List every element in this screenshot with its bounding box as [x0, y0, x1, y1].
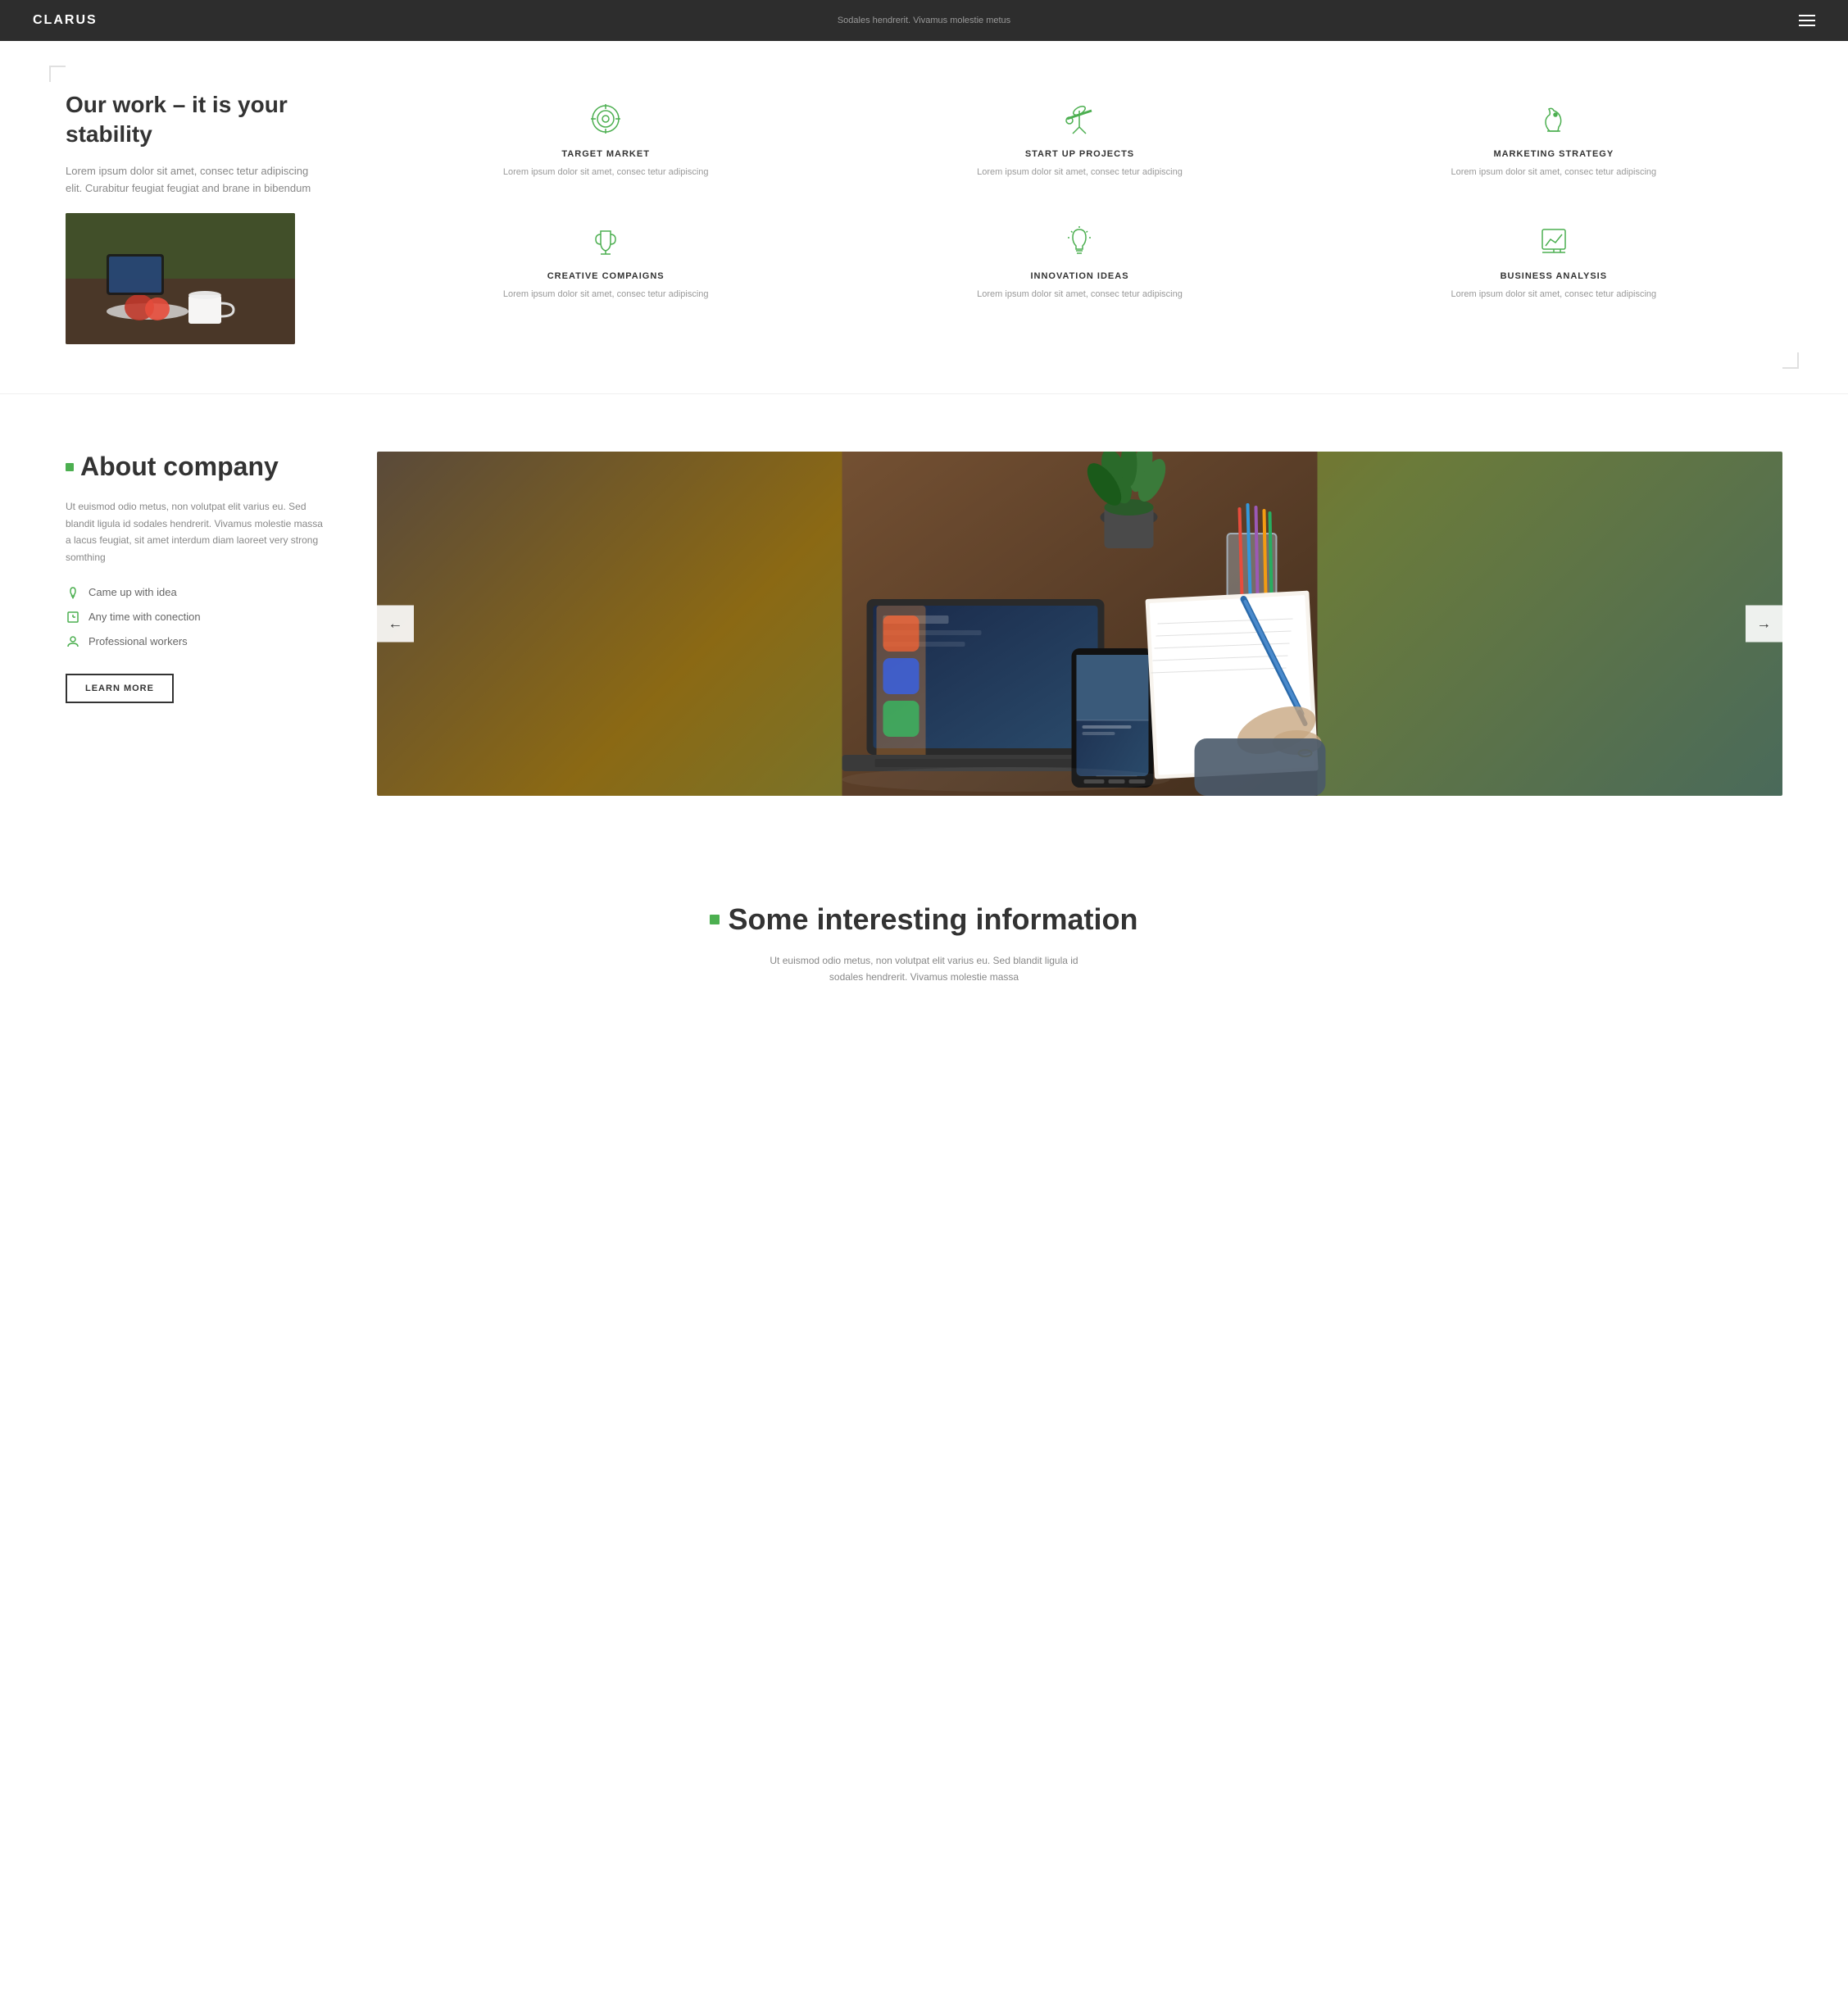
features-grid: TARGET MARKET Lorem ipsum dolor sit amet…: [377, 90, 1782, 309]
about-section: About company Ut euismod odio metus, non…: [0, 394, 1848, 853]
feature-title: TARGET MARKET: [385, 149, 826, 159]
title-accent-info: [710, 915, 720, 924]
feature-innovation: INNOVATION IDEAS Lorem ipsum dolor sit a…: [851, 212, 1308, 310]
feature-startup: START UP PROJECTS Lorem ipsum dolor sit …: [851, 90, 1308, 188]
clock-icon: [66, 610, 80, 625]
idea-icon: [66, 585, 80, 600]
learn-more-button[interactable]: LEARN MORE: [66, 674, 174, 703]
feature-workers: Professional workers: [66, 634, 328, 649]
feature-desc: Lorem ipsum dolor sit amet, consec tetur…: [859, 166, 1300, 179]
feature-target-market: TARGET MARKET Lorem ipsum dolor sit amet…: [377, 90, 834, 188]
feature-title: MARKETING STRATEGY: [1333, 149, 1774, 159]
about-left: About company Ut euismod odio metus, non…: [66, 452, 328, 703]
telescope-icon: [1059, 98, 1100, 139]
info-description: Ut euismod odio metus, non volutpat elit…: [761, 953, 1088, 984]
feature-title: CREATIVE COMPAIGNS: [385, 271, 826, 281]
nav-menu-icon[interactable]: [1799, 15, 1815, 26]
work-section: Our work – it is your stability Lorem ip…: [0, 41, 1848, 394]
info-heading: Some interesting information: [66, 902, 1782, 937]
about-heading: About company: [66, 452, 328, 482]
user-icon: [66, 634, 80, 649]
feature-desc: Lorem ipsum dolor sit amet, consec tetur…: [385, 288, 826, 302]
feature-desc: Lorem ipsum dolor sit amet, consec tetur…: [859, 288, 1300, 302]
target-icon: [585, 98, 626, 139]
work-section-left: Our work – it is your stability Lorem ip…: [66, 90, 328, 344]
feature-desc: Lorem ipsum dolor sit amet, consec tetur…: [385, 166, 826, 179]
feature-title: INNOVATION IDEAS: [859, 271, 1300, 281]
work-image: [66, 213, 295, 344]
trophy-icon: [585, 220, 626, 261]
nav-subtitle: Sodales hendrerit. Vivamus molestie metu…: [838, 16, 1010, 25]
work-description: Lorem ipsum dolor sit amet, consec tetur…: [66, 163, 328, 198]
about-features-list: Came up with idea Any time with conectio…: [66, 585, 328, 649]
feature-idea-label: Came up with idea: [89, 586, 177, 598]
feature-title: START UP PROJECTS: [859, 149, 1300, 159]
feature-creative: CREATIVE COMPAIGNS Lorem ipsum dolor sit…: [377, 212, 834, 310]
feature-time: Any time with conection: [66, 610, 328, 625]
arrow-left-button[interactable]: ←: [377, 606, 414, 643]
feature-time-label: Any time with conection: [89, 611, 201, 623]
feature-workers-label: Professional workers: [89, 635, 188, 647]
nav-logo: CLARUS: [33, 13, 98, 28]
feature-idea: Came up with idea: [66, 585, 328, 600]
about-image: ← →: [377, 452, 1782, 796]
chess-horse-icon: [1533, 98, 1574, 139]
lightbulb-icon: [1059, 220, 1100, 261]
work-heading: Our work – it is your stability: [66, 90, 328, 150]
info-section: Some interesting information Ut euismod …: [0, 853, 1848, 1033]
arrow-right-button[interactable]: →: [1746, 606, 1782, 643]
feature-marketing: MARKETING STRATEGY Lorem ipsum dolor sit…: [1325, 90, 1782, 188]
feature-desc: Lorem ipsum dolor sit amet, consec tetur…: [1333, 288, 1774, 302]
title-accent: [66, 463, 74, 471]
feature-desc: Lorem ipsum dolor sit amet, consec tetur…: [1333, 166, 1774, 179]
navbar: CLARUS Sodales hendrerit. Vivamus molest…: [0, 0, 1848, 41]
feature-title: BUSINESS ANALYSIS: [1333, 271, 1774, 281]
chart-icon: [1533, 220, 1574, 261]
about-description: Ut euismod odio metus, non volutpat elit…: [66, 498, 328, 565]
feature-business: BUSINESS ANALYSIS Lorem ipsum dolor sit …: [1325, 212, 1782, 310]
